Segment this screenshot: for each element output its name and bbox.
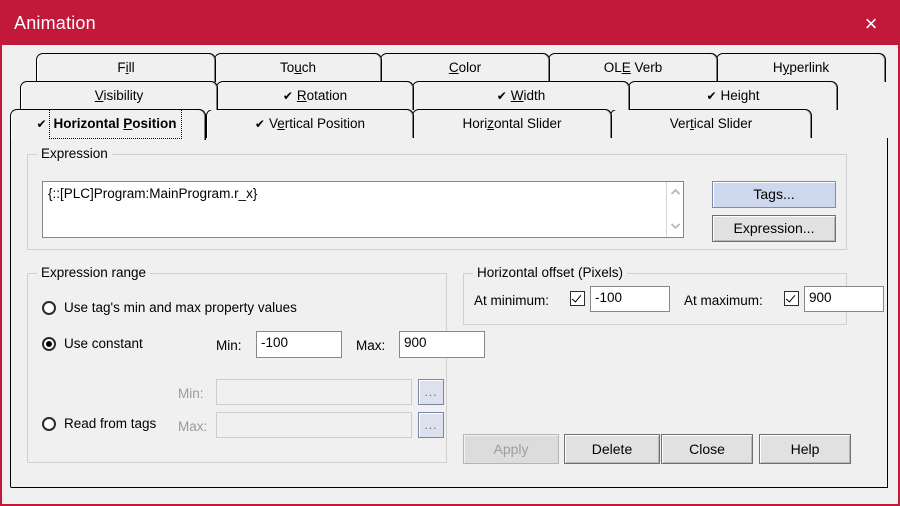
tab-label: OLE Verb: [603, 60, 663, 75]
animation-tab-control: Hyperlink OLE Verb Color Touch Fill ✔ Height ✔ W…: [10, 53, 888, 140]
expression-range-group: Expression range Use tag's min and max p…: [27, 265, 485, 463]
tab-row-3: Vertical Slider Horizontal Slider ✔ Vertica…: [10, 109, 888, 140]
radio-use-tag-min-max-label: Use tag's min and max property values: [64, 300, 297, 315]
at-maximum-checkbox[interactable]: [784, 291, 799, 306]
radio-use-constant-label: Use constant: [64, 336, 143, 351]
tab-width[interactable]: ✔ Width: [412, 81, 630, 110]
tab-vertical-position[interactable]: ✔ Vertical Position: [206, 109, 414, 138]
tab-touch[interactable]: Touch: [214, 53, 382, 82]
constant-max-input[interactable]: 900: [399, 331, 485, 358]
radio-read-from-tags[interactable]: Read from tags: [42, 416, 156, 431]
tags-min-input[interactable]: [216, 379, 412, 405]
tab-row-2: ✔ Height ✔ Width ✔ Rotation Visibility: [10, 81, 888, 110]
at-maximum-label: At maximum:: [684, 293, 763, 308]
radio-use-constant[interactable]: Use constant: [42, 336, 143, 351]
title-bar: Animation ×: [2, 2, 898, 45]
animation-dialog-window: Animation × Hyperlink OLE Verb Color Touch F…: [0, 0, 900, 506]
delete-button[interactable]: Delete: [564, 434, 660, 464]
tab-label: Rotation: [296, 88, 348, 103]
constant-min-label: Min:: [216, 338, 242, 353]
expression-builder-button[interactable]: Expression...: [712, 215, 836, 242]
tab-label: Vertical Slider: [669, 116, 753, 131]
tab-checkmark-icon: ✔: [706, 89, 717, 103]
expression-value: {::[PLC]Program:MainProgram.r_x}: [48, 186, 258, 201]
expression-scrollbar[interactable]: [666, 182, 683, 237]
tags-min-label: Min:: [178, 386, 204, 401]
radio-use-constant-indicator[interactable]: [42, 336, 56, 351]
window-title: Animation: [14, 13, 96, 33]
at-minimum-input[interactable]: -100: [590, 286, 670, 312]
tab-label: Visibility: [94, 88, 144, 103]
tab-label: Color: [448, 60, 482, 75]
tab-label: Vertical Position: [268, 116, 366, 131]
tab-horizontal-slider[interactable]: Horizontal Slider: [412, 109, 612, 138]
tab-label: Hyperlink: [772, 60, 830, 75]
tab-ole-verb[interactable]: OLE Verb: [548, 53, 718, 82]
tab-color[interactable]: Color: [380, 53, 550, 82]
tab-hyperlink[interactable]: Hyperlink: [716, 53, 886, 82]
dialog-bottom-strip: [2, 490, 898, 504]
constant-min-input[interactable]: -100: [256, 331, 342, 358]
expression-range-legend: Expression range: [37, 265, 151, 280]
apply-button[interactable]: Apply: [463, 434, 559, 464]
at-minimum-label: At minimum:: [474, 293, 550, 308]
tags-button[interactable]: Tags...: [712, 181, 836, 208]
tab-rotation[interactable]: ✔ Rotation: [216, 81, 414, 110]
dialog-client-area: Hyperlink OLE Verb Color Touch Fill ✔ Height ✔ W…: [2, 45, 898, 504]
tab-label: Horizontal Slider: [462, 116, 562, 131]
tab-row-1: Hyperlink OLE Verb Color Touch Fill: [10, 53, 888, 82]
tags-min-browse-button[interactable]: ...: [418, 379, 444, 405]
close-button[interactable]: Close: [661, 434, 753, 464]
tab-label: Height: [720, 88, 760, 103]
tags-max-browse-button[interactable]: ...: [418, 412, 444, 438]
constant-max-label: Max:: [356, 338, 386, 353]
expression-group: Expression {::[PLC]Program:MainProgram.r…: [27, 146, 847, 250]
horizontal-offset-legend: Horizontal offset (Pixels): [473, 265, 628, 280]
tab-label: Touch: [279, 60, 317, 75]
at-maximum-input[interactable]: 900: [804, 286, 884, 312]
at-minimum-checkbox[interactable]: [570, 291, 585, 306]
tab-visibility[interactable]: Visibility: [20, 81, 218, 110]
tab-label: Fill: [117, 60, 135, 75]
tab-checkmark-icon: ✔: [282, 89, 293, 103]
horizontal-position-tab-page: Expression {::[PLC]Program:MainProgram.r…: [10, 138, 888, 488]
radio-use-tag-min-max-indicator[interactable]: [42, 300, 56, 315]
tab-checkmark-icon: ✔: [496, 89, 507, 103]
tab-height[interactable]: ✔ Height: [628, 81, 838, 110]
radio-use-tag-min-max[interactable]: Use tag's min and max property values: [42, 300, 297, 315]
tab-horizontal-position[interactable]: ✔ Horizontal Position: [10, 109, 206, 140]
horizontal-offset-group: Horizontal offset (Pixels) At minimum: -…: [463, 265, 884, 325]
radio-read-from-tags-indicator[interactable]: [42, 416, 56, 431]
expression-group-legend: Expression: [37, 146, 112, 161]
help-button[interactable]: Help: [759, 434, 851, 464]
tab-checkmark-icon: ✔: [254, 117, 265, 131]
expression-input[interactable]: {::[PLC]Program:MainProgram.r_x}: [42, 181, 684, 238]
scroll-up-icon[interactable]: [667, 184, 683, 201]
tags-max-input[interactable]: [216, 412, 412, 438]
tab-label: Width: [510, 88, 546, 103]
tab-label: Horizontal Position: [48, 110, 182, 139]
tab-fill[interactable]: Fill: [36, 53, 216, 82]
tags-max-label: Max:: [178, 419, 208, 434]
close-icon[interactable]: ×: [854, 8, 888, 40]
scroll-down-icon[interactable]: [667, 218, 683, 235]
radio-read-from-tags-label: Read from tags: [64, 416, 157, 431]
tab-checkmark-icon: ✔: [36, 117, 47, 131]
tab-vertical-slider[interactable]: Vertical Slider: [610, 109, 812, 138]
